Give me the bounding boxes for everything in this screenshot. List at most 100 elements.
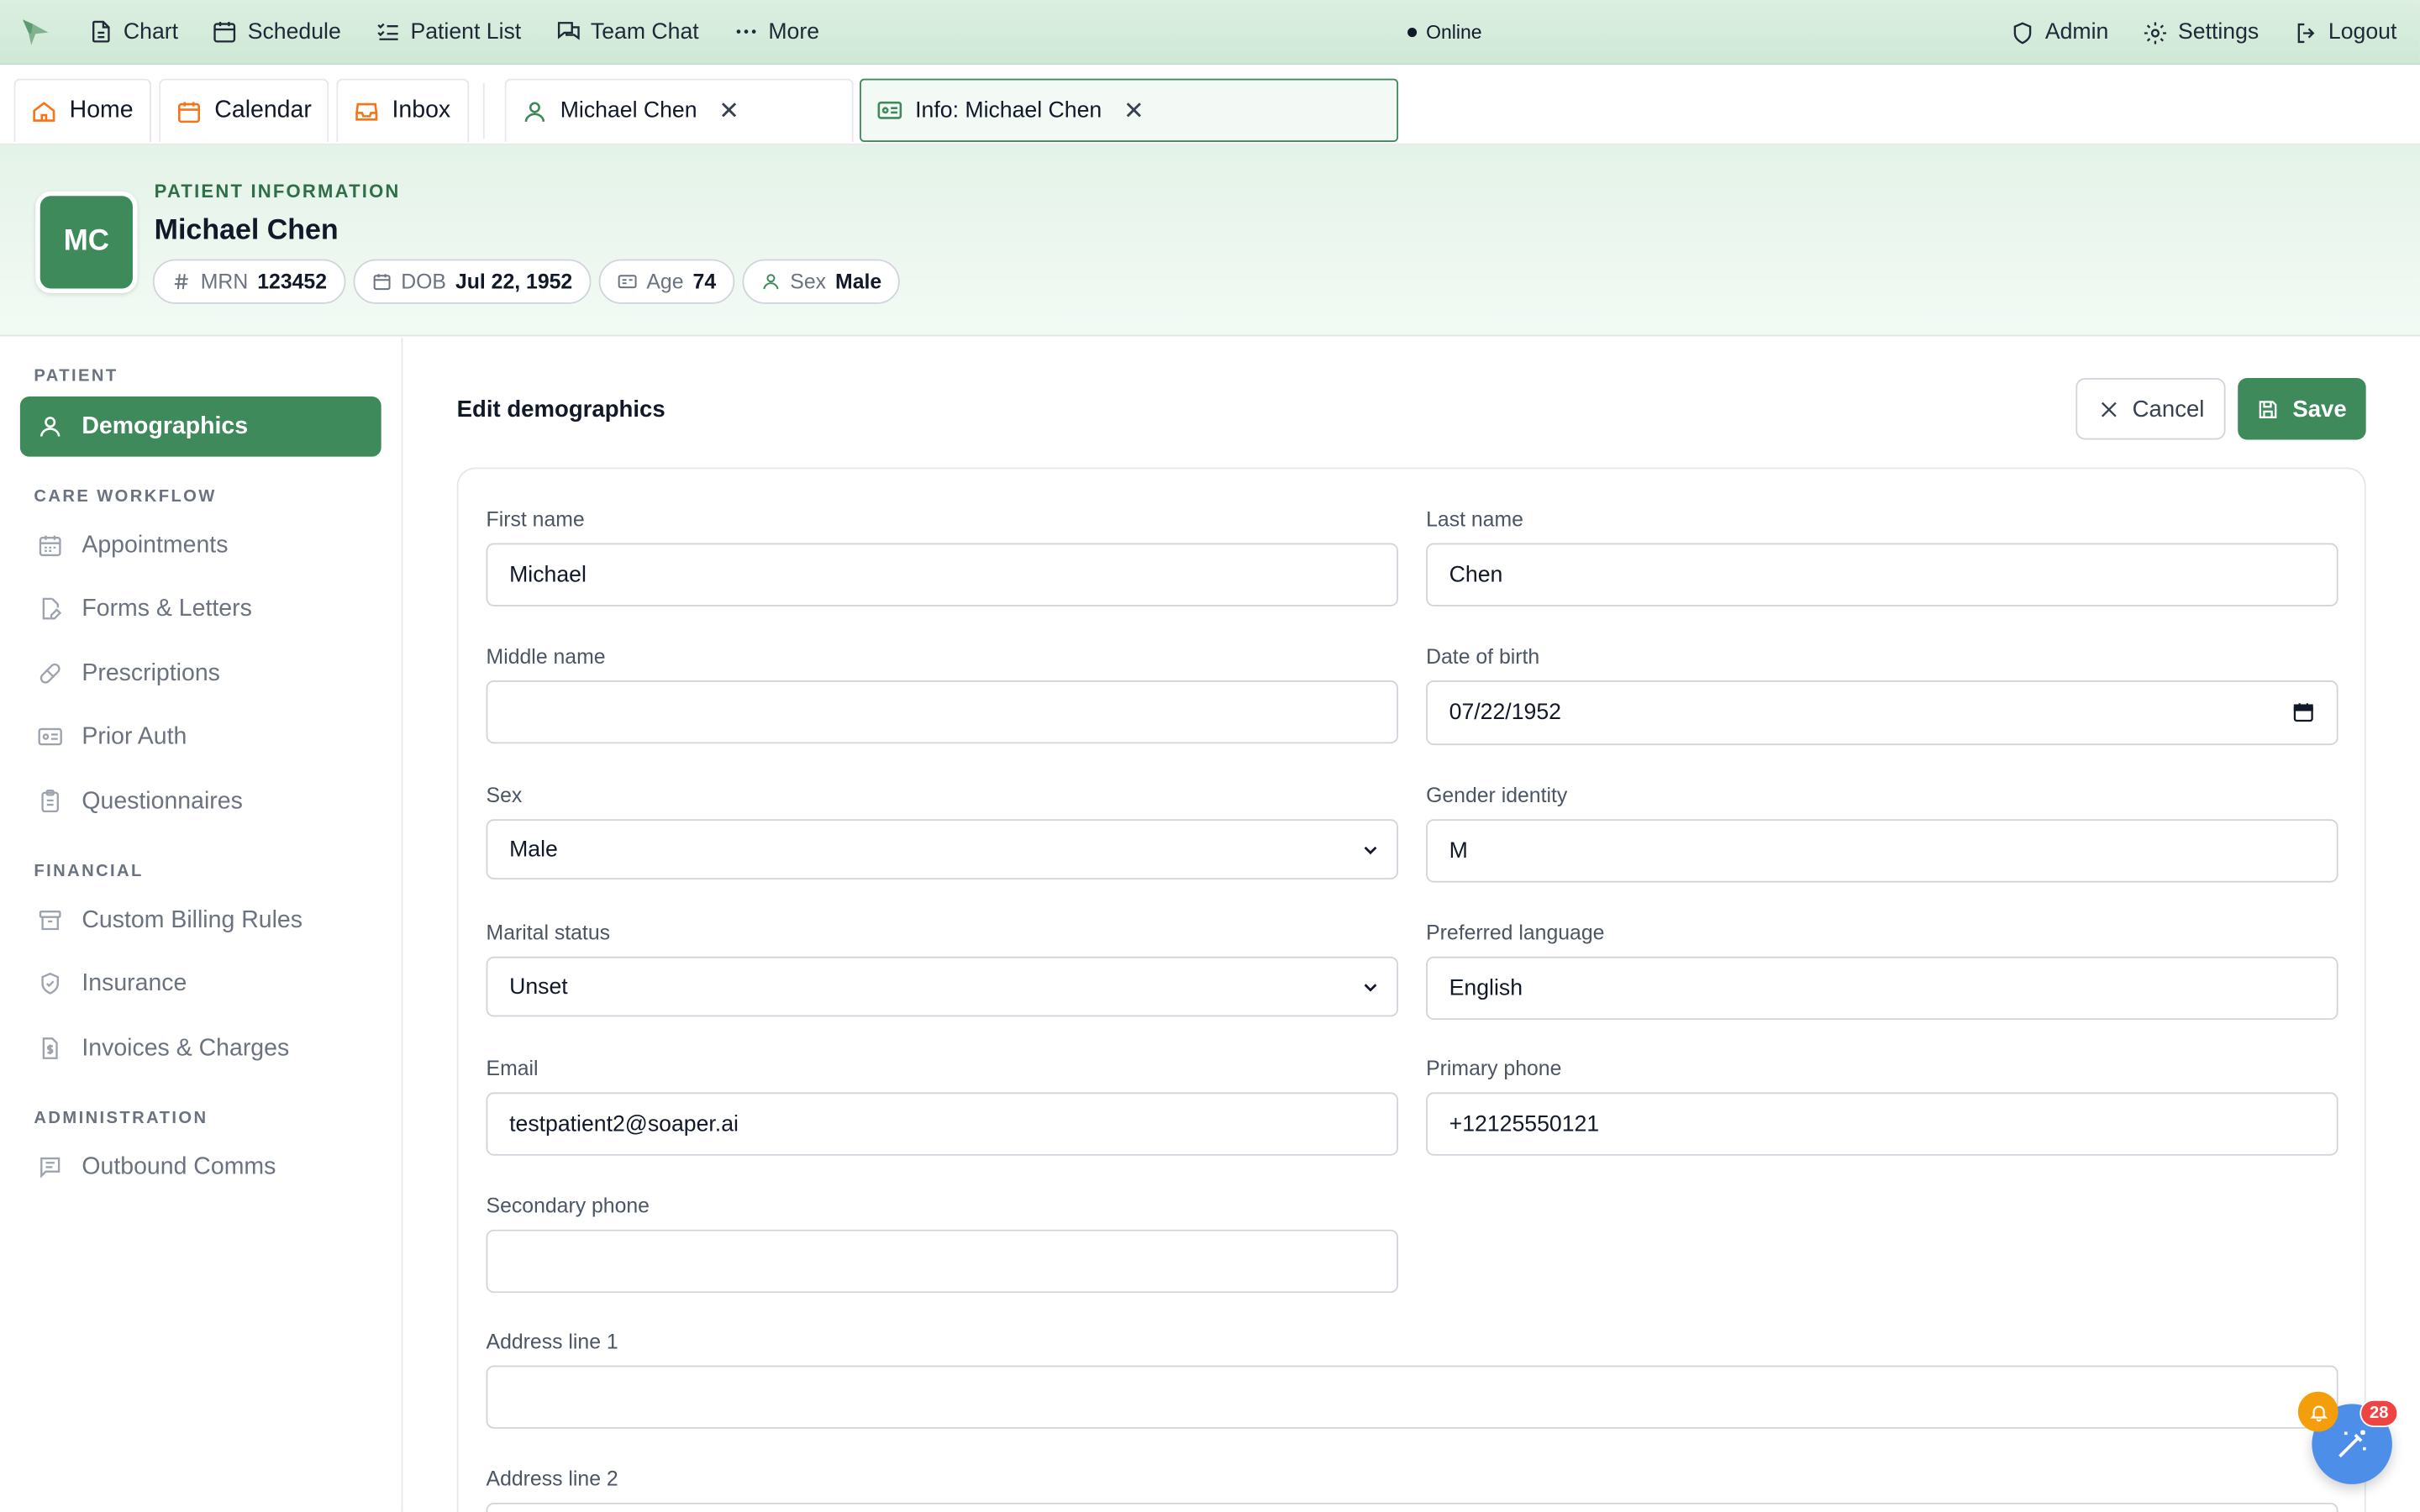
email-field[interactable]: testpatient2@soaper.ai [486, 1092, 1399, 1156]
sidebar-item-demographics[interactable]: Demographics [19, 396, 381, 457]
sidebar-item-forms-letters[interactable]: Forms & Letters [20, 579, 381, 639]
sidebar-item-prior-auth[interactable]: Prior Auth [20, 706, 381, 767]
middle-name-input[interactable] [486, 680, 1399, 744]
sex-label: Sex [486, 784, 523, 807]
dob-value: 07/22/1952 [1449, 700, 1561, 726]
sidebar-item-questionnaires[interactable]: Questionnaires [20, 771, 381, 832]
patient-info-label: PATIENT INFORMATION [154, 180, 401, 202]
nav-admin-label: Admin [2044, 19, 2109, 45]
preferred-language-input[interactable]: English [1426, 956, 2338, 1021]
gender-identity-input[interactable]: M [1426, 819, 2338, 883]
tab-home-label: Home [69, 97, 134, 123]
nav-settings[interactable]: Settings [2126, 0, 2276, 65]
edit-demographics-title: Edit demographics [456, 396, 666, 423]
chip-dob: DOB Jul 22, 1952 [353, 259, 592, 304]
logout-icon [2297, 22, 2314, 43]
tab-patient-label: Michael Chen [560, 98, 697, 123]
app-logo[interactable] [0, 0, 71, 64]
nav-patient-list[interactable]: Patient List [358, 0, 538, 64]
cancel-button[interactable]: Cancel [2075, 377, 2226, 440]
sidebar-item-prescriptions[interactable]: Prescriptions [20, 643, 381, 704]
tab-inbox[interactable]: Inbox [336, 78, 470, 142]
calendar-icon [39, 535, 61, 557]
tab-bar: Home Calendar Inbox Michael Chen ✕ Info:… [0, 65, 2420, 145]
sex-select[interactable]: Male [486, 819, 1399, 879]
nav-chart[interactable]: Chart [71, 0, 195, 64]
chip-mrn-value: 123452 [257, 270, 328, 293]
patient-chips: MRN 123452 DOB Jul 22, 1952 Age 74 Sex M… [152, 259, 901, 304]
marital-status-select[interactable]: Unset [486, 956, 1399, 1017]
secondary-phone-input[interactable] [486, 1229, 1399, 1294]
sidebar-item-insurance[interactable]: Insurance [20, 953, 381, 1014]
top-nav: Chart Schedule Patient List Team Chat Mo… [0, 0, 2420, 66]
chip-mrn-key: MRN [200, 270, 249, 293]
close-icon [2101, 401, 2117, 417]
address-line-1-input[interactable] [486, 1365, 2338, 1429]
address-line-1-label: Address line 1 [486, 1330, 618, 1353]
logo-icon [23, 18, 49, 45]
notification-bell[interactable] [2297, 1391, 2338, 1432]
last-name-input[interactable]: Chen [1426, 543, 2338, 606]
user-icon [763, 274, 779, 290]
file-edit-icon [42, 597, 62, 620]
nav-settings-label: Settings [2178, 19, 2260, 45]
tab-home[interactable]: Home [13, 78, 151, 142]
avatar: MC [35, 191, 138, 293]
tab-separator [482, 83, 485, 139]
chip-mrn: MRN 123452 [152, 259, 346, 304]
chevron-down-icon [1364, 984, 1377, 992]
sidebar: PATIENT Demographics CARE WORKFLOW Appoi… [0, 338, 403, 1512]
nav-logout[interactable]: Logout [2275, 0, 2413, 65]
nav-more[interactable]: More [716, 0, 836, 64]
sidebar-item-appointments[interactable]: Appointments [20, 515, 381, 575]
save-button-label: Save [2292, 396, 2347, 423]
middle-name-label: Middle name [486, 644, 606, 669]
tab-patient-michael-chen[interactable]: Michael Chen ✕ [504, 78, 854, 142]
sidebar-item-label: Forms & Letters [82, 595, 252, 622]
sidebar-item-label: Appointments [82, 531, 229, 558]
tab-calendar[interactable]: Calendar [159, 78, 329, 142]
chip-age-value: 74 [692, 270, 717, 293]
first-name-input[interactable]: Michael [486, 543, 1399, 606]
cancel-button-label: Cancel [2132, 396, 2205, 423]
nav-team-chat-label: Team Chat [590, 18, 699, 45]
chip-sex: Sex Male [742, 259, 901, 304]
sidebar-item-label: Custom Billing Rules [82, 906, 302, 933]
sidebar-item-label: Insurance [82, 969, 187, 996]
demographics-form: First name Michael Last name Chen Middle… [456, 467, 2366, 1512]
home-icon [33, 101, 55, 121]
sidebar-item-label: Prior Auth [82, 722, 187, 749]
address-line-2-input[interactable] [486, 1502, 2338, 1512]
inbox-icon [355, 102, 378, 120]
more-icon [736, 29, 756, 34]
chip-dob-value: Jul 22, 1952 [455, 270, 573, 293]
tab-info-michael-chen[interactable]: Info: Michael Chen ✕ [860, 78, 1399, 142]
marital-status-value: Unset [509, 974, 568, 1000]
calendar-icon [177, 101, 201, 123]
app-root: Chart Schedule Patient List Team Chat Mo… [0, 0, 2420, 1512]
shield-check-icon [41, 972, 59, 995]
calendar-icon [214, 21, 236, 43]
address-line-2-label: Address line 2 [486, 1467, 618, 1491]
last-name-label: Last name [1426, 507, 1523, 531]
close-icon[interactable]: ✕ [1123, 95, 1144, 126]
id-card-icon [618, 275, 637, 289]
id-card-icon [38, 727, 62, 746]
sidebar-item-outbound-comms[interactable]: Outbound Comms [20, 1137, 381, 1198]
archive-icon [39, 911, 61, 931]
nav-admin[interactable]: Admin [1992, 0, 2125, 65]
sidebar-item-label: Questionnaires [82, 787, 243, 814]
nav-chart-label: Chart [123, 18, 179, 45]
sidebar-item-custom-billing-rules[interactable]: Custom Billing Rules [20, 890, 381, 951]
calendar-icon[interactable] [2291, 701, 2315, 724]
sidebar-item-invoices-charges[interactable]: Invoices & Charges [20, 1018, 381, 1079]
sex-select-value: Male [509, 837, 558, 862]
save-button[interactable]: Save [2238, 377, 2366, 440]
close-icon[interactable]: ✕ [718, 96, 739, 127]
nav-schedule[interactable]: Schedule [195, 0, 358, 64]
primary-phone-input[interactable]: +12125550121 [1426, 1092, 2338, 1156]
dob-input[interactable]: 07/22/1952 [1426, 680, 2338, 746]
nav-team-chat[interactable]: Team Chat [538, 0, 715, 64]
marital-status-label: Marital status [486, 921, 611, 945]
calendar-icon [373, 274, 391, 291]
